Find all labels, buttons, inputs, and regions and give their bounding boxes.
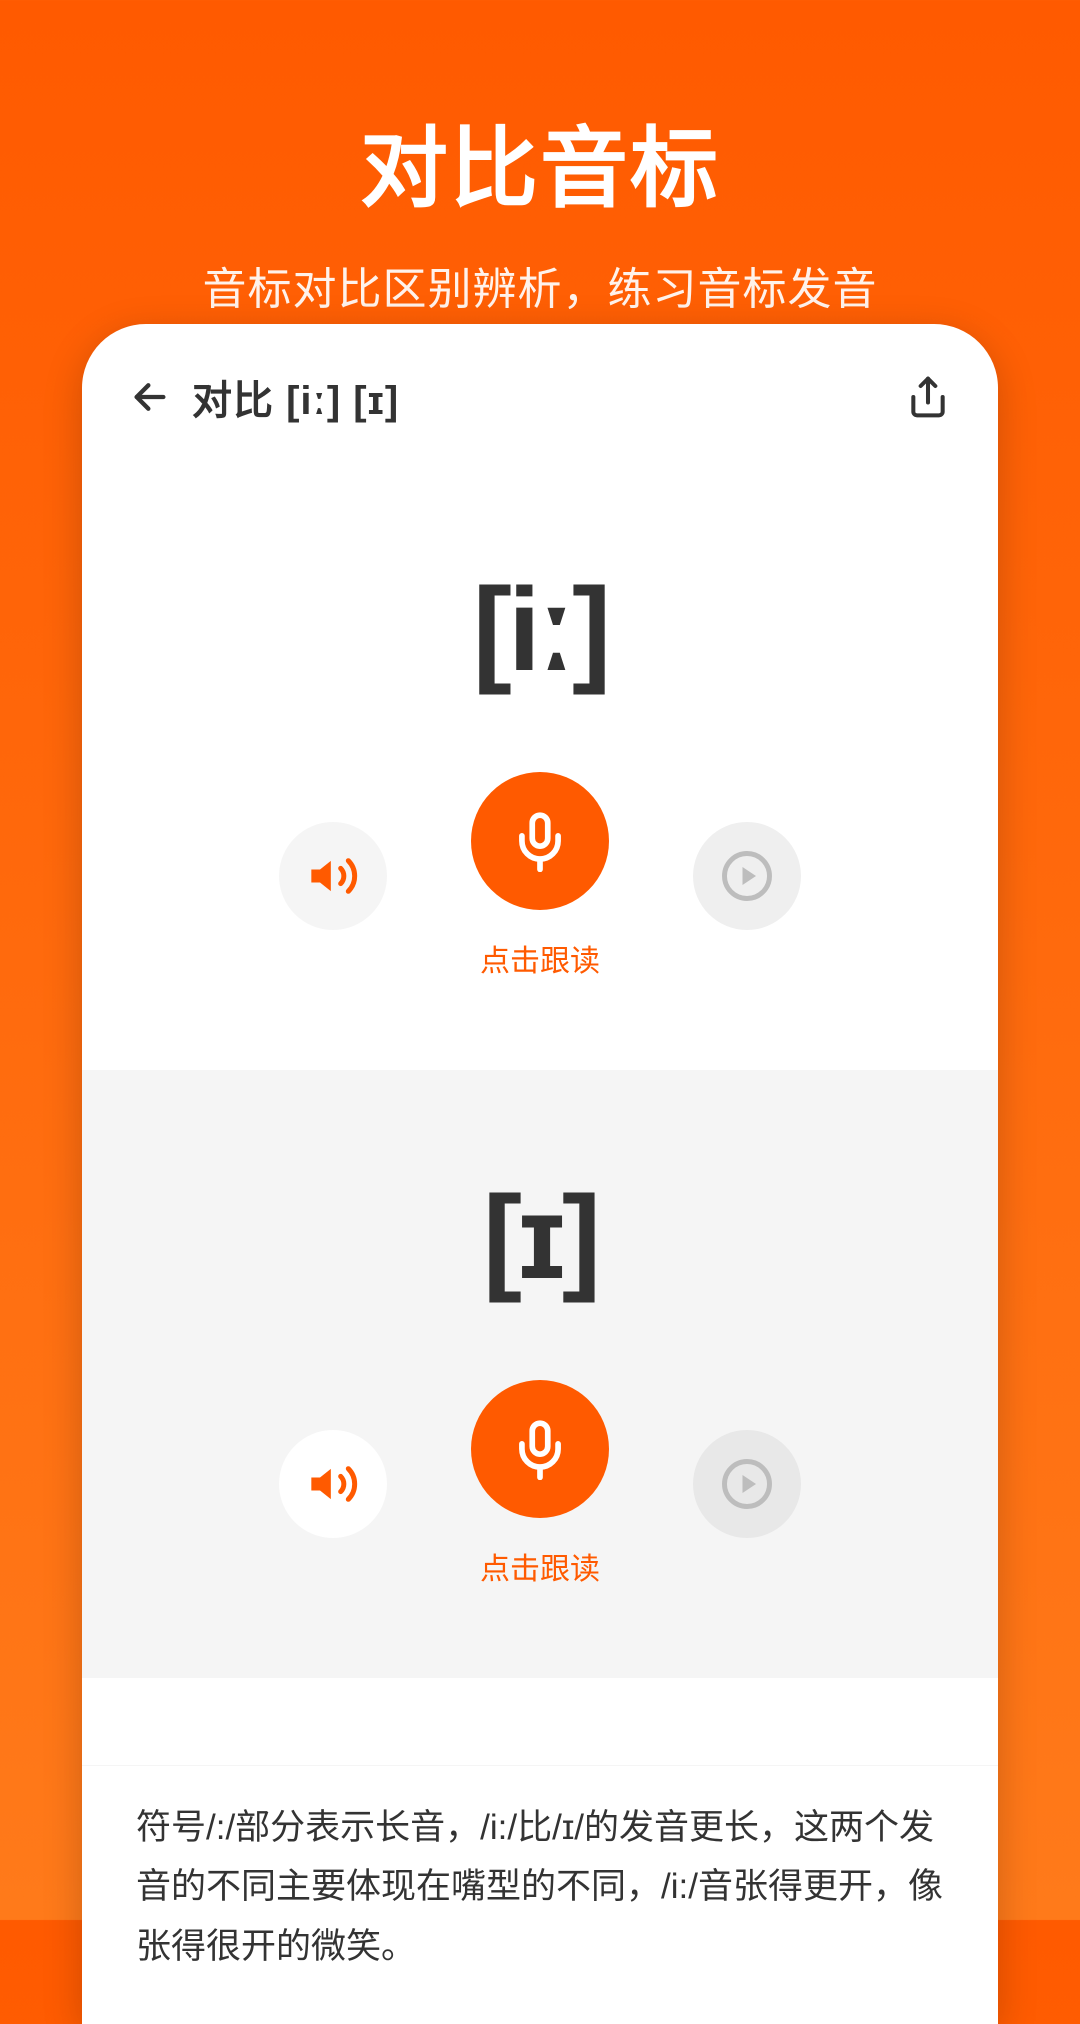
hero: 对比音标 音标对比区别辨析，练习音标发音: [0, 0, 1080, 317]
mic-label: 点击跟读: [480, 936, 600, 980]
play-icon: [720, 849, 774, 903]
header-left: 对比 [iː] [ɪ]: [130, 368, 399, 426]
mic-label: 点击跟读: [480, 1544, 600, 1588]
explanation-note: 符号/:/部分表示长音，/i:/比/ɪ/的发音更长，这两个发音的不同主要体现在嘴…: [82, 1765, 998, 2024]
back-button[interactable]: [130, 377, 170, 417]
speaker-icon: [307, 850, 359, 902]
play-button[interactable]: [693, 822, 801, 930]
note-text: 符号/:/部分表示长音，/i:/比/ɪ/的发音更长，这两个发音的不同主要体现在嘴…: [136, 1798, 944, 1977]
phonetic-card-2: [ɪ] 点击跟读: [82, 1070, 998, 1678]
page-title: 对比 [iː] [ɪ]: [192, 368, 399, 426]
controls-row: 点击跟读: [82, 1380, 998, 1588]
mic-column: 点击跟读: [471, 772, 609, 980]
microphone-icon: [509, 810, 571, 872]
phonetic-symbol: [iː]: [82, 562, 998, 698]
app-header: 对比 [iː] [ɪ]: [82, 324, 998, 462]
phonetic-card-1: [iː] 点击跟读: [82, 462, 998, 1070]
hero-subtitle: 音标对比区别辨析，练习音标发音: [0, 253, 1080, 317]
play-icon: [720, 1457, 774, 1511]
play-button[interactable]: [693, 1430, 801, 1538]
mic-button[interactable]: [471, 1380, 609, 1518]
share-icon: [906, 375, 950, 419]
controls-row: 点击跟读: [82, 772, 998, 980]
arrow-left-icon: [130, 377, 170, 417]
speaker-button[interactable]: [279, 822, 387, 930]
microphone-icon: [509, 1418, 571, 1480]
share-button[interactable]: [906, 375, 950, 419]
hero-title: 对比音标: [0, 98, 1080, 225]
speaker-icon: [307, 1458, 359, 1510]
mic-column: 点击跟读: [471, 1380, 609, 1588]
speaker-button[interactable]: [279, 1430, 387, 1538]
phone-frame: 对比 [iː] [ɪ] [iː]: [82, 324, 998, 2024]
phonetic-symbol: [ɪ]: [82, 1170, 998, 1306]
mic-button[interactable]: [471, 772, 609, 910]
